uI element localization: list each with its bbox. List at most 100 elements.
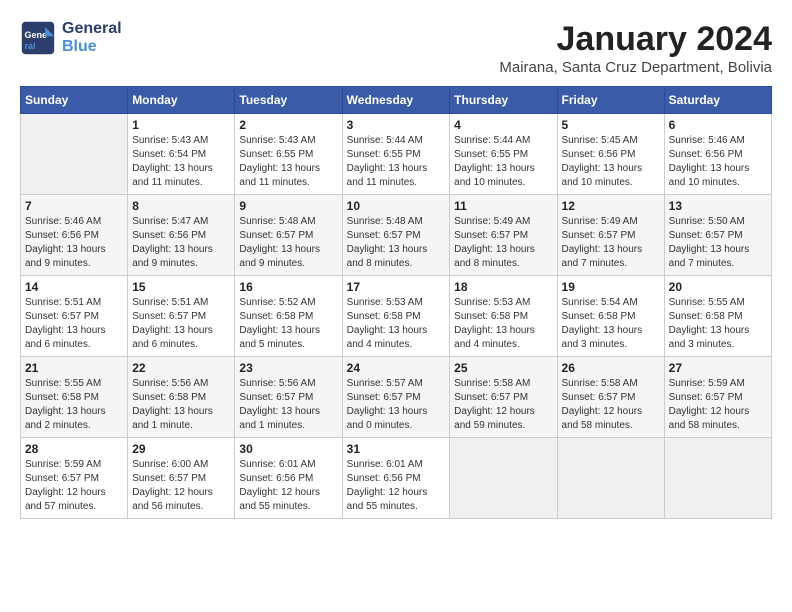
sunset-text: Sunset: 6:57 PM <box>562 391 660 405</box>
sunset-text: Sunset: 6:55 PM <box>239 148 337 162</box>
weekday-header: Thursday <box>450 87 557 114</box>
day-info: Sunrise: 5:46 AMSunset: 6:56 PMDaylight:… <box>669 134 767 190</box>
sunrise-text: Sunrise: 5:51 AM <box>25 296 123 310</box>
day-number: 3 <box>347 118 446 132</box>
daylight-text: Daylight: 13 hours and 6 minutes. <box>132 324 230 352</box>
day-info: Sunrise: 5:44 AMSunset: 6:55 PMDaylight:… <box>454 134 552 190</box>
daylight-text: Daylight: 12 hours and 56 minutes. <box>132 486 230 514</box>
day-info: Sunrise: 5:47 AMSunset: 6:56 PMDaylight:… <box>132 215 230 271</box>
day-number: 13 <box>669 199 767 213</box>
day-info: Sunrise: 5:53 AMSunset: 6:58 PMDaylight:… <box>454 296 552 352</box>
daylight-text: Daylight: 13 hours and 7 minutes. <box>562 243 660 271</box>
calendar-cell: 13 Sunrise: 5:50 AMSunset: 6:57 PMDayligh… <box>664 195 771 276</box>
sunset-text: Sunset: 6:57 PM <box>25 310 123 324</box>
sunrise-text: Sunrise: 5:46 AM <box>669 134 767 148</box>
day-number: 1 <box>132 118 230 132</box>
day-info: Sunrise: 5:48 AMSunset: 6:57 PMDaylight:… <box>239 215 337 271</box>
day-number: 9 <box>239 199 337 213</box>
calendar-cell: 14 Sunrise: 5:51 AMSunset: 6:57 PMDayligh… <box>21 276 128 357</box>
sunrise-text: Sunrise: 5:58 AM <box>454 377 552 391</box>
calendar-cell: 10Sunrise: 5:48 AMSunset: 6:57 PMDayligh… <box>342 195 450 276</box>
sunrise-text: Sunrise: 5:55 AM <box>669 296 767 310</box>
day-number: 6 <box>669 118 767 132</box>
svg-text:ral: ral <box>25 41 36 51</box>
calendar-cell: 30 Sunrise: 6:01 AMSunset: 6:56 PMDayligh… <box>235 438 342 519</box>
day-info: Sunrise: 5:54 AMSunset: 6:58 PMDaylight:… <box>562 296 660 352</box>
day-number: 15 <box>132 280 230 294</box>
day-number: 14 <box>25 280 123 294</box>
sunrise-text: Sunrise: 5:55 AM <box>25 377 123 391</box>
day-info: Sunrise: 6:01 AMSunset: 6:56 PMDaylight:… <box>239 458 337 514</box>
sunset-text: Sunset: 6:57 PM <box>669 229 767 243</box>
day-info: Sunrise: 5:56 AMSunset: 6:57 PMDaylight:… <box>239 377 337 433</box>
calendar-cell: 16Sunrise: 5:52 AMSunset: 6:58 PMDayligh… <box>235 276 342 357</box>
day-number: 21 <box>25 361 123 375</box>
daylight-text: Daylight: 13 hours and 0 minutes. <box>347 405 446 433</box>
sunset-text: Sunset: 6:58 PM <box>562 310 660 324</box>
sunrise-text: Sunrise: 5:59 AM <box>25 458 123 472</box>
calendar-week-row: 28Sunrise: 5:59 AMSunset: 6:57 PMDayligh… <box>21 438 772 519</box>
calendar-cell: 29Sunrise: 6:00 AMSunset: 6:57 PMDayligh… <box>128 438 235 519</box>
day-info: Sunrise: 5:55 AMSunset: 6:58 PMDaylight:… <box>669 296 767 352</box>
logo-icon: Gene ral <box>20 20 56 56</box>
sunset-text: Sunset: 6:58 PM <box>347 310 446 324</box>
sunset-text: Sunset: 6:55 PM <box>454 148 552 162</box>
day-number: 30 <box>239 442 337 456</box>
day-info: Sunrise: 5:49 AMSunset: 6:57 PMDaylight:… <box>454 215 552 271</box>
sunrise-text: Sunrise: 6:01 AM <box>347 458 446 472</box>
day-number: 12 <box>562 199 660 213</box>
sunset-text: Sunset: 6:58 PM <box>454 310 552 324</box>
calendar-cell: 8Sunrise: 5:47 AMSunset: 6:56 PMDaylight… <box>128 195 235 276</box>
calendar-cell: 6 Sunrise: 5:46 AMSunset: 6:56 PMDaylight… <box>664 114 771 195</box>
day-info: Sunrise: 5:44 AMSunset: 6:55 PMDaylight:… <box>347 134 446 190</box>
day-number: 29 <box>132 442 230 456</box>
sunset-text: Sunset: 6:56 PM <box>562 148 660 162</box>
calendar-cell <box>21 114 128 195</box>
day-number: 4 <box>454 118 552 132</box>
calendar-cell: 28Sunrise: 5:59 AMSunset: 6:57 PMDayligh… <box>21 438 128 519</box>
calendar-week-row: 21Sunrise: 5:55 AMSunset: 6:58 PMDayligh… <box>21 357 772 438</box>
weekday-header: Tuesday <box>235 87 342 114</box>
day-number: 16 <box>239 280 337 294</box>
daylight-text: Daylight: 13 hours and 1 minute. <box>132 405 230 433</box>
logo-text: General Blue <box>62 20 122 55</box>
sunset-text: Sunset: 6:57 PM <box>454 229 552 243</box>
day-info: Sunrise: 5:46 AMSunset: 6:56 PMDaylight:… <box>25 215 123 271</box>
sunset-text: Sunset: 6:56 PM <box>347 472 446 486</box>
day-number: 7 <box>25 199 123 213</box>
day-info: Sunrise: 5:48 AMSunset: 6:57 PMDaylight:… <box>347 215 446 271</box>
sunset-text: Sunset: 6:57 PM <box>669 391 767 405</box>
calendar-cell: 5Sunrise: 5:45 AMSunset: 6:56 PMDaylight… <box>557 114 664 195</box>
daylight-text: Daylight: 13 hours and 9 minutes. <box>25 243 123 271</box>
day-info: Sunrise: 5:45 AMSunset: 6:56 PMDaylight:… <box>562 134 660 190</box>
sunset-text: Sunset: 6:55 PM <box>347 148 446 162</box>
calendar-cell <box>557 438 664 519</box>
day-number: 18 <box>454 280 552 294</box>
sunrise-text: Sunrise: 5:51 AM <box>132 296 230 310</box>
day-info: Sunrise: 5:43 AMSunset: 6:54 PMDaylight:… <box>132 134 230 190</box>
day-info: Sunrise: 5:56 AMSunset: 6:58 PMDaylight:… <box>132 377 230 433</box>
calendar-cell: 20Sunrise: 5:55 AMSunset: 6:58 PMDayligh… <box>664 276 771 357</box>
day-info: Sunrise: 5:53 AMSunset: 6:58 PMDaylight:… <box>347 296 446 352</box>
logo: Gene ral General Blue <box>20 20 122 56</box>
sunrise-text: Sunrise: 5:48 AM <box>239 215 337 229</box>
calendar-cell <box>450 438 557 519</box>
day-number: 27 <box>669 361 767 375</box>
day-info: Sunrise: 5:57 AMSunset: 6:57 PMDaylight:… <box>347 377 446 433</box>
daylight-text: Daylight: 13 hours and 11 minutes. <box>132 162 230 190</box>
sunset-text: Sunset: 6:56 PM <box>239 472 337 486</box>
calendar-cell: 25Sunrise: 5:58 AMSunset: 6:57 PMDayligh… <box>450 357 557 438</box>
sunset-text: Sunset: 6:56 PM <box>132 229 230 243</box>
daylight-text: Daylight: 13 hours and 10 minutes. <box>562 162 660 190</box>
daylight-text: Daylight: 13 hours and 6 minutes. <box>25 324 123 352</box>
sunset-text: Sunset: 6:58 PM <box>669 310 767 324</box>
day-info: Sunrise: 5:50 AMSunset: 6:57 PMDaylight:… <box>669 215 767 271</box>
sunrise-text: Sunrise: 5:48 AM <box>347 215 446 229</box>
calendar-cell: 27Sunrise: 5:59 AMSunset: 6:57 PMDayligh… <box>664 357 771 438</box>
calendar-cell: 18 Sunrise: 5:53 AMSunset: 6:58 PMDayligh… <box>450 276 557 357</box>
daylight-text: Daylight: 13 hours and 3 minutes. <box>562 324 660 352</box>
calendar-cell: 12Sunrise: 5:49 AMSunset: 6:57 PMDayligh… <box>557 195 664 276</box>
weekday-header: Monday <box>128 87 235 114</box>
sunrise-text: Sunrise: 5:54 AM <box>562 296 660 310</box>
sunrise-text: Sunrise: 5:49 AM <box>562 215 660 229</box>
